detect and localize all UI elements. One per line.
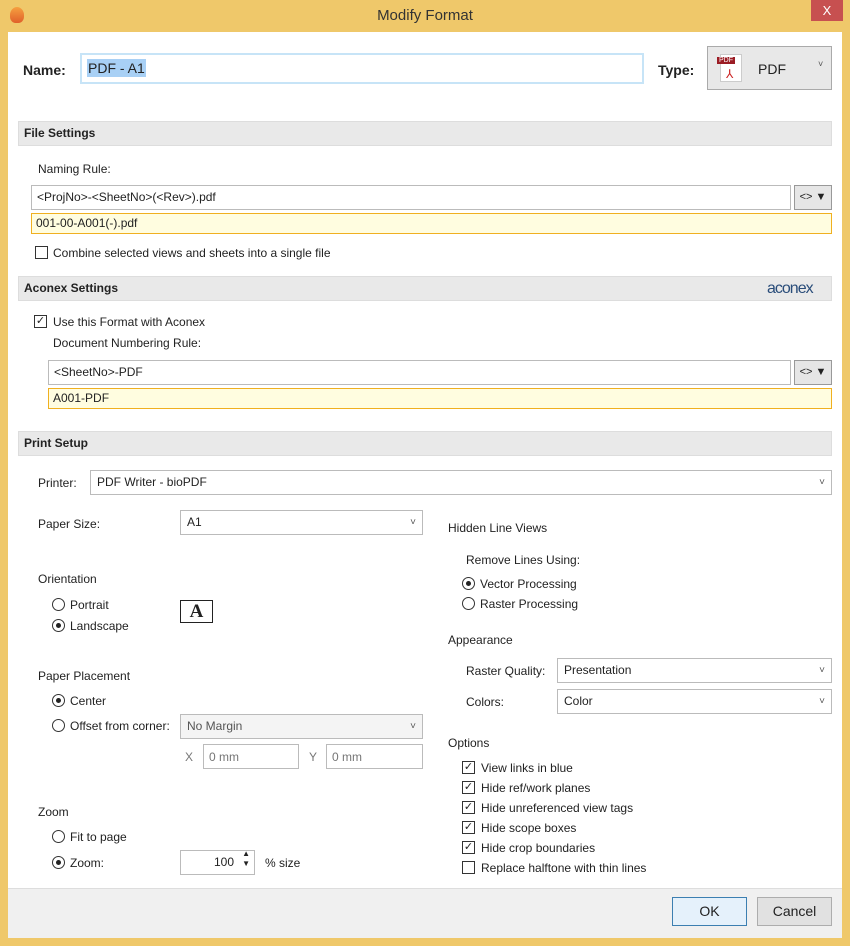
pdf-icon-text: PDF xyxy=(717,57,735,64)
option-item: ✓ View links in blue xyxy=(462,761,762,777)
stepper-arrows-icon[interactable]: ▲ ▼ xyxy=(242,849,250,869)
type-label: Type: xyxy=(658,62,695,78)
option-item: Replace halftone with thin lines xyxy=(462,861,762,877)
type-dropdown[interactable]: PDF ⅄ PDF ˅ xyxy=(707,46,832,90)
zoom-radio[interactable] xyxy=(52,856,65,869)
print-setup-header: Print Setup xyxy=(18,431,832,456)
option-item: ✓ Hide unreferenced view tags xyxy=(462,801,762,817)
option-item: ✓ Hide crop boundaries xyxy=(462,841,762,857)
name-value: PDF - A1 xyxy=(87,59,146,77)
raster-quality-value: Presentation xyxy=(564,663,632,677)
chevron-down-icon: ˅ xyxy=(818,59,824,69)
chevron-down-icon: ˅ xyxy=(819,696,825,707)
naming-preview: 001-00-A001(-).pdf xyxy=(31,213,832,234)
y-offset-input[interactable] xyxy=(326,744,423,769)
appearance-label: Appearance xyxy=(448,633,513,647)
center-radio[interactable] xyxy=(52,694,65,707)
hidden-line-views-label: Hidden Line Views xyxy=(448,521,548,535)
landscape-radio[interactable] xyxy=(52,619,65,632)
chevron-down-icon: ˅ xyxy=(819,665,825,676)
option-checkbox[interactable]: ✓ xyxy=(462,761,475,774)
raster-processing-radio[interactable] xyxy=(462,597,475,610)
name-input[interactable]: PDF - A1 xyxy=(80,53,644,84)
doc-numbering-preview: A001-PDF xyxy=(48,388,832,409)
raster-processing-label: Raster Processing xyxy=(480,597,579,611)
chevron-down-icon: ˅ xyxy=(410,721,416,732)
option-label: Hide ref/work planes xyxy=(481,781,591,795)
option-item: ✓ Hide scope boxes xyxy=(462,821,762,837)
zoom-value: 100 xyxy=(213,855,234,869)
window-title: Modify Format xyxy=(377,7,473,24)
option-label: Replace halftone with thin lines xyxy=(481,861,647,875)
x-offset-input[interactable] xyxy=(203,744,299,769)
chevron-down-icon: ˅ xyxy=(819,477,825,488)
paper-size-select[interactable]: A1 ˅ xyxy=(180,510,423,535)
option-label: View links in blue xyxy=(481,761,573,775)
chevron-down-icon: ˅ xyxy=(410,517,416,528)
zoom-stepper[interactable]: 100 ▲ ▼ xyxy=(180,849,255,875)
option-checkbox[interactable]: ✓ xyxy=(462,841,475,854)
paper-size-label: Paper Size: xyxy=(38,517,101,531)
offset-label: Offset from corner: xyxy=(70,719,170,733)
portrait-label: Portrait xyxy=(70,598,109,612)
option-label: Hide unreferenced view tags xyxy=(481,801,634,815)
vector-processing-radio[interactable] xyxy=(462,577,475,590)
offset-value: No Margin xyxy=(187,719,243,733)
aconex-logo: aconex xyxy=(767,280,814,297)
zoom-label: Zoom xyxy=(38,805,69,819)
colors-select[interactable]: Color ˅ xyxy=(557,689,832,714)
remove-lines-label: Remove Lines Using: xyxy=(466,553,581,567)
center-label: Center xyxy=(70,694,107,708)
use-aconex-label: Use this Format with Aconex xyxy=(53,315,206,329)
type-value: PDF xyxy=(758,61,786,77)
raster-quality-label: Raster Quality: xyxy=(466,664,546,678)
fit-to-page-radio[interactable] xyxy=(52,830,65,843)
raster-quality-select[interactable]: Presentation ˅ xyxy=(557,658,832,683)
doc-numbering-input[interactable]: <SheetNo>-PDF xyxy=(48,360,791,385)
zoom-option-label: Zoom: xyxy=(70,856,105,870)
naming-token-button[interactable]: <> ▼ xyxy=(794,185,832,210)
combine-checkbox[interactable] xyxy=(35,246,48,259)
offset-select[interactable]: No Margin ˅ xyxy=(180,714,423,739)
aconex-settings-header: Aconex Settings xyxy=(18,276,832,301)
naming-rule-input[interactable]: <ProjNo>-<SheetNo>(<Rev>).pdf xyxy=(31,185,791,210)
portrait-radio[interactable] xyxy=(52,598,65,611)
option-checkbox[interactable] xyxy=(462,861,475,874)
fit-to-page-label: Fit to page xyxy=(70,830,127,844)
name-label: Name: xyxy=(23,62,66,78)
orientation-label: Orientation xyxy=(38,572,97,586)
vector-processing-label: Vector Processing xyxy=(480,577,577,591)
cancel-button[interactable]: Cancel xyxy=(757,897,832,926)
option-item: ✓ Hide ref/work planes xyxy=(462,781,762,797)
printer-value: PDF Writer - bioPDF xyxy=(97,475,207,489)
option-label: Hide scope boxes xyxy=(481,821,577,835)
use-aconex-checkbox[interactable]: ✓ xyxy=(34,315,47,328)
options-label: Options xyxy=(448,736,490,750)
option-label: Hide crop boundaries xyxy=(481,841,596,855)
close-button[interactable]: X xyxy=(811,0,843,21)
file-settings-header: File Settings xyxy=(18,121,832,146)
printer-select[interactable]: PDF Writer - bioPDF ˅ xyxy=(90,470,832,495)
printer-label: Printer: xyxy=(38,476,77,490)
colors-label: Colors: xyxy=(466,695,505,709)
x-label: X xyxy=(185,750,194,764)
landscape-label: Landscape xyxy=(70,619,129,633)
paper-placement-label: Paper Placement xyxy=(38,669,131,683)
doc-numbering-label: Document Numbering Rule: xyxy=(53,336,202,350)
offset-radio[interactable] xyxy=(52,719,65,732)
option-checkbox[interactable]: ✓ xyxy=(462,821,475,834)
doc-token-button[interactable]: <> ▼ xyxy=(794,360,832,385)
combine-label: Combine selected views and sheets into a… xyxy=(53,246,331,260)
option-checkbox[interactable]: ✓ xyxy=(462,801,475,814)
paper-size-value: A1 xyxy=(187,515,202,529)
colors-value: Color xyxy=(564,694,593,708)
naming-rule-label: Naming Rule: xyxy=(38,162,111,176)
ok-button[interactable]: OK xyxy=(672,897,747,926)
y-label: Y xyxy=(309,750,318,764)
option-checkbox[interactable]: ✓ xyxy=(462,781,475,794)
landscape-orientation-icon: A xyxy=(180,600,213,623)
pdf-file-icon: PDF ⅄ xyxy=(717,54,742,82)
zoom-unit-label: % size xyxy=(265,856,301,870)
